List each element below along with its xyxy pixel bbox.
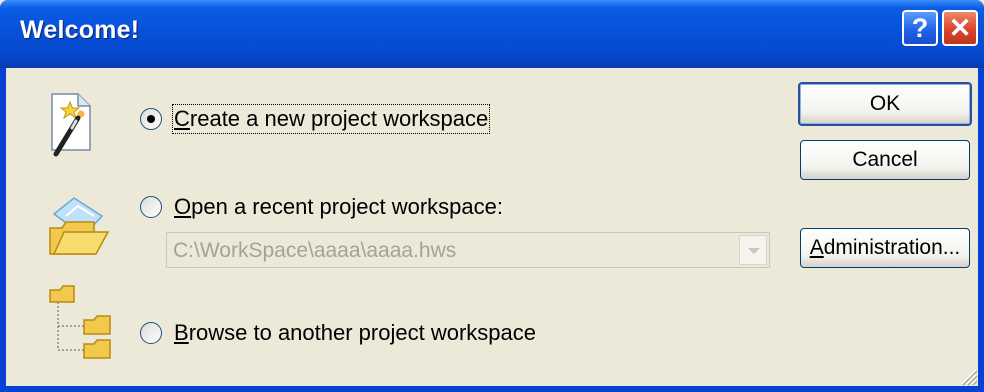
close-button[interactable]: ✕ [942,10,978,46]
recent-workspace-value: C:\WorkSpace\aaaa\aaaa.hws [173,239,457,262]
ok-button[interactable]: OK [798,82,972,126]
administration-button[interactable]: Administration... [800,228,970,268]
welcome-dialog: Welcome! ? ✕ Create a new project worksp… [0,0,984,392]
open-recent-label[interactable]: Open a recent project workspace: [174,194,503,220]
close-icon: ✕ [948,12,972,43]
open-recent-radio[interactable] [140,196,162,218]
radio-dot [147,115,155,123]
help-icon: ? [911,12,929,43]
help-button[interactable]: ? [902,10,938,46]
cancel-button[interactable]: Cancel [800,140,970,180]
browse-label[interactable]: Browse to another project workspace [174,320,536,346]
new-project-wizard-icon [48,92,92,167]
open-folder-icon [48,192,112,267]
title-bar[interactable]: Welcome! ? ✕ [0,0,984,68]
chevron-down-icon[interactable] [739,235,767,265]
recent-workspace-combobox[interactable]: C:\WorkSpace\aaaa\aaaa.hws [166,232,770,268]
window-title: Welcome! [20,16,140,44]
folder-tree-icon [48,284,118,365]
dialog-client-area: Create a new project workspace Open a re… [6,68,978,386]
create-new-radio[interactable] [140,108,162,130]
resize-grip-icon[interactable] [956,364,978,386]
create-new-label[interactable]: Create a new project workspace [171,104,491,134]
browse-radio[interactable] [140,322,162,344]
